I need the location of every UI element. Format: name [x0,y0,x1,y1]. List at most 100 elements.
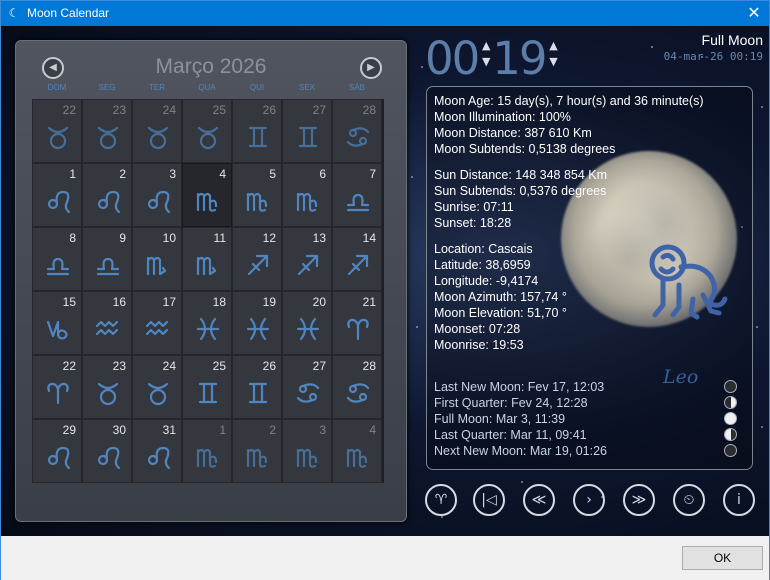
info-icon[interactable]: i [723,484,755,516]
cancer-icon [296,383,320,403]
day-number: 23 [112,359,126,373]
previous-button[interactable]: ≪ [523,484,555,516]
info-line-sun: Sun Subtends: 0,5376 degrees [434,184,607,198]
calendar-day[interactable]: 3 [282,419,332,483]
calendar-day[interactable]: 12 [232,227,282,291]
calendar-day[interactable]: 5 [232,163,282,227]
calendar-day[interactable]: 15 [32,291,82,355]
calendar-day[interactable]: 28 [332,99,382,163]
calendar-day[interactable]: 10 [132,227,182,291]
calendar-day[interactable]: 24 [132,355,182,419]
calendar-day[interactable]: 14 [332,227,382,291]
calendar-day[interactable]: 29 [32,419,82,483]
day-number: 13 [312,231,326,245]
info-line-location: Moon Azimuth: 157,74 ° [434,290,567,304]
next-new-moon-icon [724,444,737,457]
day-number: 28 [362,359,376,373]
leo-icon [97,446,121,470]
info-line-location: Moonset: 07:28 [434,322,521,336]
info-line-moon: Moon Age: 15 day(s), 7 hour(s) and 36 mi… [434,94,704,108]
info-line-location: Latitude: 38,6959 [434,258,531,272]
calendar-day[interactable]: 25 [182,355,232,419]
calendar-day[interactable]: 20 [282,291,332,355]
phase-dates: Last New Moon: Fev 17, 12:03 First Quarte… [434,379,607,459]
hours-up-icon[interactable]: ▲ [478,38,492,54]
phase-date-line: Last New Moon: Fev 17, 12:03 [434,380,605,394]
day-number: 23 [112,103,126,117]
calendar-day[interactable]: 18 [182,291,232,355]
day-number: 27 [312,103,326,117]
calendar-day[interactable]: 22 [32,99,82,163]
calendar-day[interactable]: 13 [282,227,332,291]
leo-icon [147,446,171,470]
next-button[interactable]: › [573,484,605,516]
day-number: 1 [219,423,226,437]
clock-minutes[interactable]: 19 [492,32,547,85]
calendar-day[interactable]: 2 [82,163,132,227]
calendar-day[interactable]: 26 [232,99,282,163]
sagittarius-icon [347,254,369,276]
calendar-day[interactable]: 30 [82,419,132,483]
ok-button[interactable]: OK [682,546,763,570]
pisces-icon [196,317,220,341]
calendar-day[interactable]: 2 [232,419,282,483]
calendar-day[interactable]: 31 [132,419,182,483]
calendar-day[interactable]: 17 [132,291,182,355]
taurus-icon [147,382,169,406]
zodiac-icon[interactable]: ♈ [425,484,457,516]
calendar-day[interactable]: 8 [32,227,82,291]
calendar-day[interactable]: 23 [82,99,132,163]
calendar-day[interactable]: 6 [282,163,332,227]
calendar-day[interactable]: 24 [132,99,182,163]
calendar-day[interactable]: 4 [332,419,382,483]
toolbar: ♈ |◁ ≪ › ≫ ⏲ i [423,484,763,520]
taurus-icon [147,126,169,150]
calendar-day[interactable]: 3 [132,163,182,227]
weekday-label: DOM [47,83,67,92]
calendar-day[interactable]: 22 [32,355,82,419]
calendar-day[interactable]: 27 [282,355,332,419]
sagittarius-icon [247,254,269,276]
calendar-day[interactable]: 23 [82,355,132,419]
day-number: 22 [62,103,76,117]
minutes-spinner[interactable]: ▲ ▼ [546,38,560,70]
calendar-day[interactable]: 7 [332,163,382,227]
star [521,481,523,483]
hours-down-icon[interactable]: ▼ [478,54,492,70]
day-number: 26 [262,103,276,117]
calendar-day[interactable]: 11 [182,227,232,291]
calendar-day[interactable]: 1 [32,163,82,227]
sagittarius-icon [297,254,319,276]
clock-hours[interactable]: 00 [425,32,480,85]
calendar-day[interactable]: 16 [82,291,132,355]
hours-spinner[interactable]: ▲ ▼ [478,38,492,70]
day-number: 12 [262,231,276,245]
clock-icon[interactable]: ⏲ [673,484,705,516]
fast-forward-button[interactable]: ≫ [623,484,655,516]
phase-date-line: Next New Moon: Mar 19, 01:26 [434,444,607,458]
minutes-down-icon[interactable]: ▼ [546,54,560,70]
calendar-day[interactable]: 26 [232,355,282,419]
prev-month-button[interactable]: ◀ [42,57,64,79]
calendar-day[interactable]: 19 [232,291,282,355]
leo-icon [47,446,71,470]
moon-calendar-window: ☾ Moon Calendar ✕ ◀ Março 2026 ▶ DOM SEG T… [0,0,770,580]
calendar-day[interactable]: 28 [332,355,382,419]
info-line-sun: Sunset: 18:28 [434,216,512,230]
first-button[interactable]: |◁ [473,484,505,516]
calendar-day[interactable]: 9 [82,227,132,291]
calendar-day[interactable]: 21 [332,291,382,355]
calendar-day[interactable]: 25 [182,99,232,163]
calendar-day[interactable]: 1 [182,419,232,483]
calendar-day-selected[interactable]: 4 [182,163,232,227]
calendar-day[interactable]: 27 [282,99,332,163]
capricorn-icon [46,320,68,340]
virgo-icon [196,448,218,468]
minutes-up-icon[interactable]: ▲ [546,38,560,54]
next-month-button[interactable]: ▶ [360,57,382,79]
day-number: 4 [219,167,226,181]
window-title: Moon Calendar [27,6,110,20]
day-number: 14 [362,231,376,245]
close-button[interactable]: ✕ [739,1,769,26]
day-number: 2 [269,423,276,437]
